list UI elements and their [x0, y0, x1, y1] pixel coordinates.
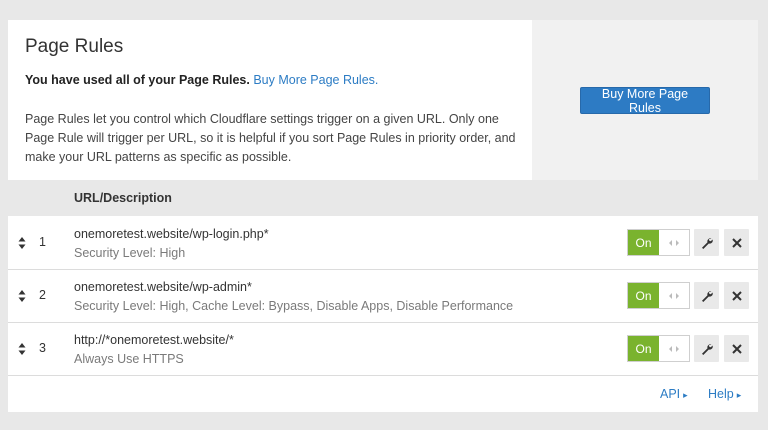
rule-url: http://*onemoretest.website/*: [74, 333, 234, 347]
rule-description: Always Use HTTPS: [74, 352, 184, 366]
rule-url: onemoretest.website/wp-login.php*: [74, 227, 269, 241]
rule-priority: 3: [39, 341, 46, 355]
table-footer: API ▸ Help ▸: [8, 376, 758, 412]
url-description-column-header: URL/Description: [74, 191, 172, 205]
header-action-panel: Buy More Page Rules: [532, 20, 758, 180]
drag-handle-icon[interactable]: [18, 289, 26, 303]
page-rules-description: Page Rules let you control which Cloudfl…: [25, 112, 516, 164]
edit-wrench-icon[interactable]: [694, 335, 719, 362]
api-arrow-icon: ▸: [683, 390, 688, 400]
header-info-panel: Page Rules You have used all of your Pag…: [8, 20, 532, 180]
toggle-on-label: On: [628, 336, 659, 361]
usage-text: You have used all of your Page Rules: [25, 73, 247, 87]
toggle-grip-icon: [659, 336, 689, 361]
table-header: URL/Description: [8, 180, 758, 216]
toggle-on-label: On: [628, 230, 659, 255]
usage-notice: You have used all of your Page Rules. Bu…: [25, 73, 378, 87]
table-row: 2 onemoretest.website/wp-admin* Security…: [8, 270, 758, 323]
buy-more-page-rules-button[interactable]: Buy More Page Rules: [580, 87, 710, 115]
toggle-grip-icon: [659, 230, 689, 255]
help-link[interactable]: Help ▸: [708, 387, 741, 401]
drag-handle-icon[interactable]: [18, 342, 26, 356]
rule-priority: 1: [39, 235, 46, 249]
buy-more-link[interactable]: Buy More Page Rules.: [253, 73, 378, 87]
api-link[interactable]: API ▸: [660, 387, 688, 401]
rule-description: Security Level: High, Cache Level: Bypas…: [74, 299, 514, 313]
toggle-grip-icon: [659, 283, 689, 308]
usage-suffix: .: [246, 73, 250, 87]
table-row: 1 onemoretest.website/wp-login.php* Secu…: [8, 217, 758, 270]
table-row: 3 http://*onemoretest.website/* Always U…: [8, 323, 758, 376]
delete-close-icon[interactable]: [724, 282, 749, 309]
delete-close-icon[interactable]: [724, 229, 749, 256]
help-label: Help: [708, 387, 734, 401]
rule-toggle[interactable]: On: [627, 229, 690, 256]
rule-url: onemoretest.website/wp-admin*: [74, 280, 252, 294]
toggle-on-label: On: [628, 283, 659, 308]
drag-handle-icon[interactable]: [18, 236, 26, 250]
page-title: Page Rules: [25, 36, 124, 57]
edit-wrench-icon[interactable]: [694, 229, 719, 256]
rule-toggle[interactable]: On: [627, 335, 690, 362]
api-label: API: [660, 387, 681, 401]
rule-priority: 2: [39, 288, 46, 302]
help-arrow-icon: ▸: [736, 390, 742, 400]
delete-close-icon[interactable]: [724, 335, 749, 362]
edit-wrench-icon[interactable]: [694, 282, 719, 309]
page-rules-header: Page Rules You have used all of your Pag…: [8, 20, 758, 180]
page-rules-card: Page Rules You have used all of your Pag…: [8, 20, 758, 412]
rule-description: Security Level: High: [74, 246, 186, 260]
rule-toggle[interactable]: On: [627, 282, 690, 309]
